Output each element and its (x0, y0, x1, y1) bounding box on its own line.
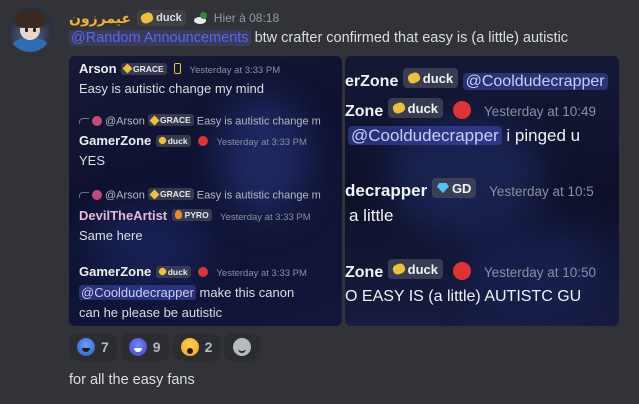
zoom-line-6: Zone duck Yesterday at 10:50 (345, 259, 596, 282)
reactions-bar: 7 9 2 (69, 333, 261, 361)
grinning-emoji-icon (128, 338, 147, 356)
reply-preview-2: @Arson GRACE Easy is autistic change m (79, 188, 321, 202)
author-name: GamerZone (79, 264, 152, 279)
grace-badge: GRACE (121, 62, 167, 75)
zoom-line-3: @Cooldudecrapper i pinged u (348, 126, 580, 146)
author-name: GamerZone (79, 133, 152, 148)
quoted-text: can he please be autistic (79, 305, 223, 320)
attachment-image-left[interactable]: Arson GRACE Yesterday at 3:33 PM Easy is… (69, 56, 342, 326)
quoted-message-4: GamerZone duck Yesterday at 3:33 PM @Coo… (79, 264, 307, 320)
quoted-message-3: DevilTheArtist PYRO Yesterday at 3:33 PM… (79, 207, 311, 243)
zoom-line-1: erZone duck @Cooldudecrapper (345, 68, 608, 91)
user-mention: @Cooldudecrapper (79, 285, 196, 300)
duck-tag-icon (139, 11, 155, 25)
add-reaction-button[interactable] (224, 333, 261, 361)
role-mention[interactable]: @Random Announcements (69, 30, 251, 46)
attachment-image-right[interactable]: erZone duck @Cooldudecrapper Zone duck Y… (345, 56, 619, 326)
reaction-count: 9 (152, 339, 161, 355)
message-header: عيمرزون duck Hier à 08:18 (69, 8, 279, 28)
quoted-text: Easy is autistic change my mind (79, 81, 264, 96)
grace-badge: GRACE (147, 188, 194, 200)
duck-badge: duck (155, 265, 191, 278)
followup-message-text: for all the easy fans (69, 372, 195, 388)
zoom-line-2: Zone duck Yesterday at 10:49 (345, 98, 596, 121)
quoted-text: YES (79, 153, 106, 168)
add-reaction-smile-icon (233, 338, 252, 356)
author-name: Arson (79, 61, 117, 76)
quoted-timestamp: Yesterday at 3:33 PM (216, 137, 307, 148)
zoom-line-4: decrapper GD Yesterday at 10:5 (345, 178, 594, 201)
reply-preview-1: @Arson GRACE Easy is autistic change m (79, 114, 321, 128)
guild-tag[interactable]: duck (137, 10, 186, 26)
quoted-timestamp: Yesterday at 3:33 PM (216, 268, 307, 279)
reaction-grinning[interactable]: 9 (120, 333, 169, 361)
duck-emoji-icon (192, 11, 208, 25)
quoted-message-1: Arson GRACE Yesterday at 3:33 PM Easy is… (79, 60, 280, 96)
reaction-count: 2 (204, 339, 213, 355)
zoom-line-7: O EASY IS (a little) AUTISTC GU (345, 288, 582, 305)
reply-avatar (92, 189, 102, 200)
reaction-count: 7 (101, 339, 109, 355)
duck-badge: duck (155, 134, 191, 147)
reply-avatar (92, 115, 102, 126)
quoted-message-2: GamerZone duck Yesterday at 3:33 PM YES (79, 132, 307, 168)
user-avatar[interactable] (8, 8, 52, 52)
quoted-timestamp: Yesterday at 3:33 PM (220, 212, 311, 223)
pyro-badge: PYRO (171, 208, 212, 221)
message-timestamp[interactable]: Hier à 08:18 (214, 11, 279, 25)
globe-icon (198, 267, 208, 277)
guild-tag-label: duck (156, 12, 182, 24)
cold-sweat-emoji-icon (77, 338, 95, 356)
scream-emoji-icon (180, 338, 199, 356)
phone-icon (174, 63, 182, 74)
author-name: DevilTheArtist (79, 208, 168, 223)
zoom-line-5: a little (349, 206, 394, 225)
quoted-timestamp: Yesterday at 3:33 PM (189, 65, 281, 76)
username[interactable]: عيمرزون (69, 10, 131, 27)
grace-badge: GRACE (147, 114, 194, 126)
reaction-cold-sweat[interactable]: 7 (69, 333, 117, 361)
reaction-scream[interactable]: 2 (172, 333, 221, 361)
message-text: btw crafter confirmed that easy is (a li… (250, 30, 569, 46)
globe-icon (198, 136, 208, 146)
quoted-text: Same here (79, 228, 143, 243)
message-content: @Random Announcements btw crafter confir… (69, 30, 568, 46)
